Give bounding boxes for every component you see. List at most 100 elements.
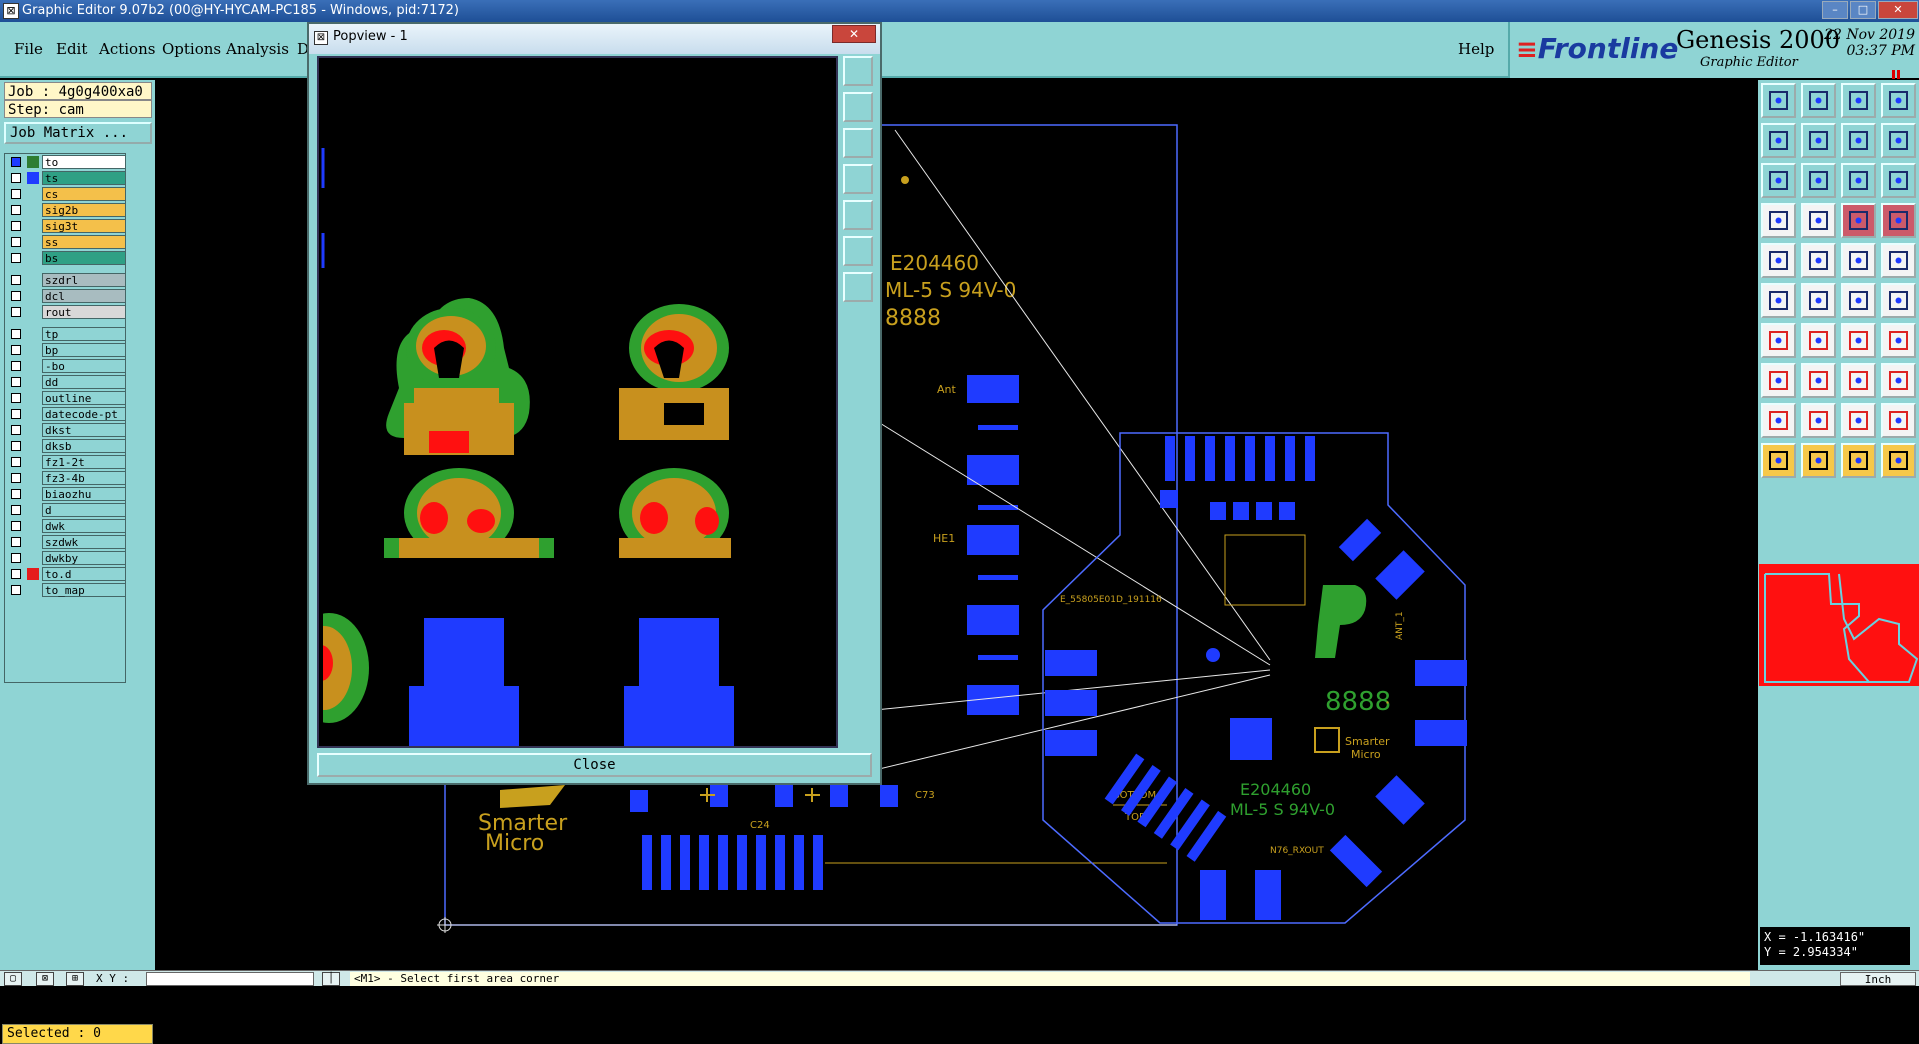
- layer-checkbox[interactable]: [11, 221, 21, 231]
- menu-options[interactable]: Options: [162, 40, 221, 58]
- layer-row[interactable]: to.d: [7, 567, 126, 581]
- layer-checkbox[interactable]: [11, 441, 21, 451]
- triangle-wide-icon[interactable]: [1881, 403, 1916, 438]
- layer-name[interactable]: to: [42, 155, 126, 169]
- layer-name[interactable]: to_map: [42, 583, 126, 597]
- layer-checkbox[interactable]: [11, 275, 21, 285]
- popview-zoom-fit-icon[interactable]: [843, 56, 873, 86]
- layer-name[interactable]: bp: [42, 343, 126, 357]
- minus-icon[interactable]: [1801, 363, 1836, 398]
- pad-icon[interactable]: [1761, 243, 1796, 278]
- copy-icon[interactable]: [1761, 363, 1796, 398]
- layer-name[interactable]: sig3t: [42, 219, 126, 233]
- menu-edit[interactable]: Edit: [56, 40, 87, 58]
- popview-zoom-in-icon[interactable]: [843, 92, 873, 122]
- layer-checkbox[interactable]: [11, 361, 21, 371]
- layer-name[interactable]: to.d: [42, 567, 126, 581]
- home-icon[interactable]: [1841, 83, 1876, 118]
- layer-checkbox[interactable]: [11, 553, 21, 563]
- layer-checkbox[interactable]: [11, 457, 21, 467]
- open-icon[interactable]: [1761, 83, 1796, 118]
- popview-center-icon[interactable]: [843, 272, 873, 302]
- swap-icon[interactable]: [1841, 123, 1876, 158]
- rotate-icon[interactable]: [1841, 323, 1876, 358]
- layer-row[interactable]: dkst: [7, 423, 126, 437]
- layer-checkbox[interactable]: [11, 205, 21, 215]
- layer-checkbox[interactable]: [11, 393, 21, 403]
- layer-checkbox[interactable]: [11, 253, 21, 263]
- layer-checkbox[interactable]: [11, 585, 21, 595]
- layer-checkbox[interactable]: [11, 189, 21, 199]
- layer-name[interactable]: dksb: [42, 439, 126, 453]
- popview-pan-left-icon[interactable]: [843, 164, 873, 194]
- layer-checkbox[interactable]: [11, 307, 21, 317]
- layout-icon[interactable]: [1881, 83, 1916, 118]
- menu-analysis[interactable]: Analysis: [226, 40, 289, 58]
- menu-file[interactable]: File: [14, 40, 43, 58]
- layer-checkbox[interactable]: [11, 425, 21, 435]
- popview-zoom-out-icon[interactable]: [843, 128, 873, 158]
- window-close-button[interactable]: ✕: [1878, 1, 1918, 19]
- layer-checkbox[interactable]: [11, 521, 21, 531]
- layer-row[interactable]: rout: [7, 305, 126, 319]
- layer-row[interactable]: fz3-4b: [7, 471, 126, 485]
- layer-name[interactable]: ts: [42, 171, 126, 185]
- grid-icon[interactable]: [1801, 203, 1836, 238]
- layer-checkbox[interactable]: [11, 291, 21, 301]
- layer-row[interactable]: fz1-2t: [7, 455, 126, 469]
- slash-icon[interactable]: [1801, 323, 1836, 358]
- layer-name[interactable]: tp: [42, 327, 126, 341]
- dash-line-icon[interactable]: [1841, 243, 1876, 278]
- layer-row[interactable]: bs: [7, 251, 126, 265]
- layer-checkbox[interactable]: [11, 489, 21, 499]
- layer-row[interactable]: ts: [7, 171, 126, 185]
- layer-row[interactable]: dwkby: [7, 551, 126, 565]
- save-icon[interactable]: [1801, 83, 1836, 118]
- stack-icon[interactable]: [1881, 363, 1916, 398]
- line-break-icon[interactable]: [1801, 243, 1836, 278]
- layer-name[interactable]: ss: [42, 235, 126, 249]
- connect-icon[interactable]: [1761, 283, 1796, 318]
- layer-row[interactable]: dd: [7, 375, 126, 389]
- layer-checkbox[interactable]: [11, 569, 21, 579]
- filter-check-icon[interactable]: [1881, 203, 1916, 238]
- layer-name[interactable]: sig2b: [42, 203, 126, 217]
- layer-checkbox[interactable]: [11, 345, 21, 355]
- layer-row[interactable]: to_map: [7, 583, 126, 597]
- layer-name[interactable]: bs: [42, 251, 126, 265]
- layer-checkbox[interactable]: [11, 537, 21, 547]
- layer-row[interactable]: datecode-pt: [7, 407, 126, 421]
- layer-name[interactable]: biaozhu: [42, 487, 126, 501]
- triangle-a-icon[interactable]: [1801, 403, 1836, 438]
- popview-close-icon[interactable]: ✕: [832, 25, 876, 43]
- select-path-icon[interactable]: [1881, 443, 1916, 478]
- dot-line-icon[interactable]: [1841, 283, 1876, 318]
- scale-1to2-icon[interactable]: [1841, 163, 1876, 198]
- layer-row[interactable]: ss: [7, 235, 126, 249]
- layer-row[interactable]: dcl: [7, 289, 126, 303]
- layer-row[interactable]: sig2b: [7, 203, 126, 217]
- layer-checkbox[interactable]: [11, 157, 21, 167]
- cross-icon[interactable]: [1801, 283, 1836, 318]
- layer-row[interactable]: biaozhu: [7, 487, 126, 501]
- layer-checkbox[interactable]: [11, 473, 21, 483]
- layer-checkbox[interactable]: [11, 329, 21, 339]
- layer-name[interactable]: dd: [42, 375, 126, 389]
- minimize-button[interactable]: –: [1822, 1, 1848, 19]
- trapezoid-icon[interactable]: [1841, 403, 1876, 438]
- zoom-center-icon[interactable]: [1801, 163, 1836, 198]
- dimension-icon[interactable]: [1841, 363, 1876, 398]
- status-tool-2-icon[interactable]: ⊠: [36, 972, 54, 986]
- layer-row[interactable]: to: [7, 155, 126, 169]
- layer-row[interactable]: tp: [7, 327, 126, 341]
- layer-name[interactable]: outline: [42, 391, 126, 405]
- layer-name[interactable]: dwk: [42, 519, 126, 533]
- layer-row[interactable]: szdrl: [7, 273, 126, 287]
- layer-row[interactable]: sig3t: [7, 219, 126, 233]
- status-tool-3-icon[interactable]: ⊞: [66, 972, 84, 986]
- layer-checkbox[interactable]: [11, 237, 21, 247]
- triangle-icon[interactable]: [1761, 403, 1796, 438]
- board-preview[interactable]: [1759, 564, 1919, 686]
- layer-checkbox[interactable]: [11, 409, 21, 419]
- unit-selector[interactable]: Inch: [1840, 972, 1916, 986]
